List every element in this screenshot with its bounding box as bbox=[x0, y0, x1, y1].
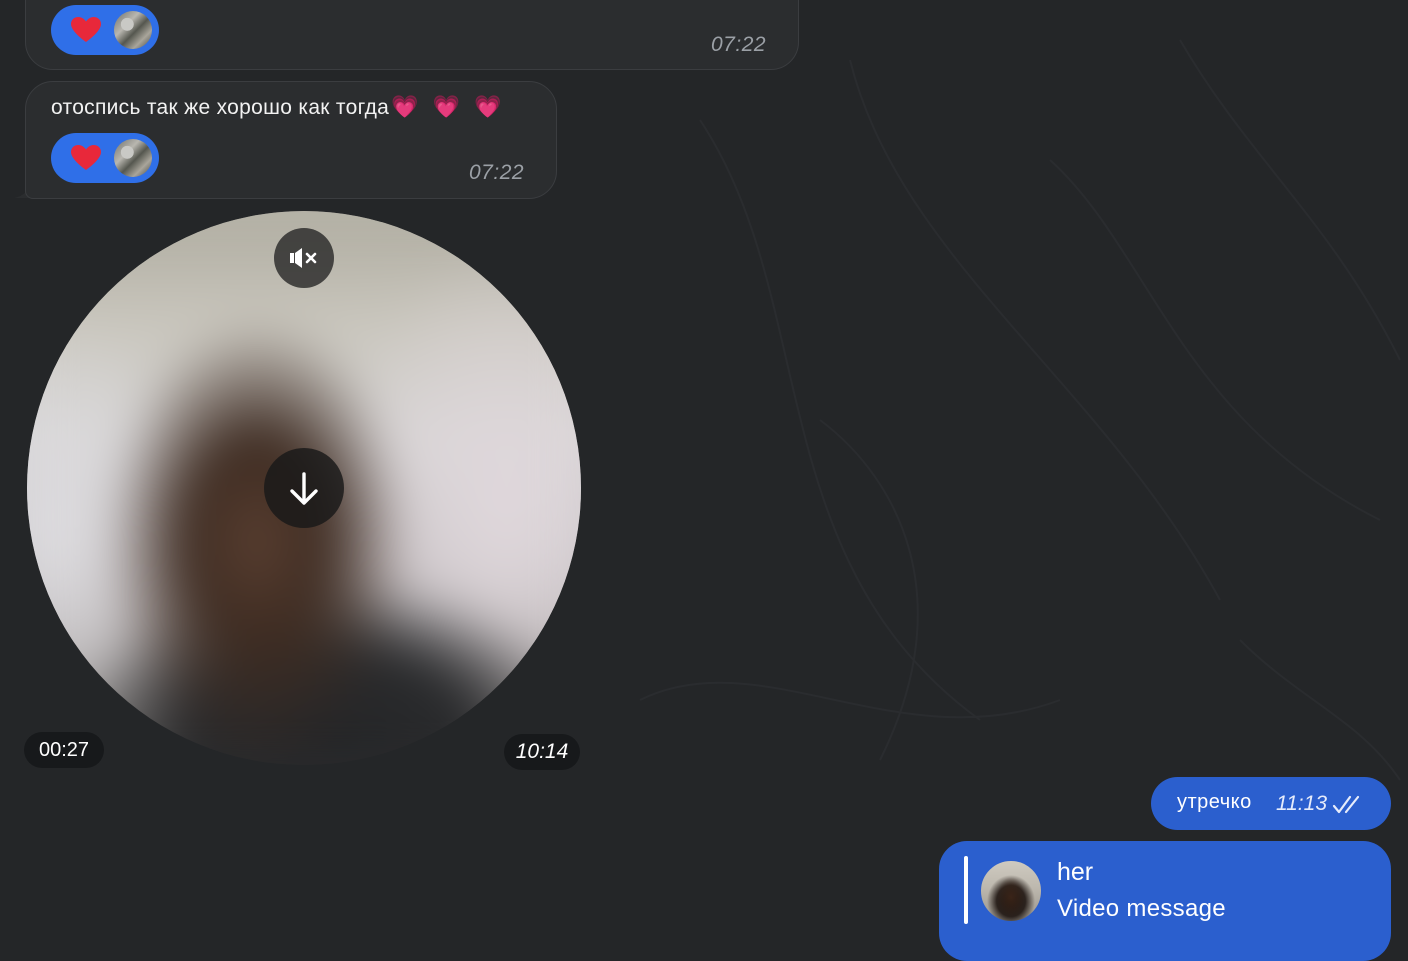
reply-quote-bar bbox=[964, 856, 968, 924]
message-time: 11:13 bbox=[1276, 792, 1327, 815]
reactor-avatar bbox=[114, 139, 152, 177]
video-duration: 00:27 bbox=[24, 732, 104, 768]
message-text-body: отоспись так же хорошо как тогда bbox=[51, 96, 390, 119]
reply-author-name: her bbox=[1057, 858, 1094, 886]
heart-emoji: 💗 💗 💗 bbox=[391, 94, 506, 119]
double-check-icon bbox=[1332, 795, 1360, 814]
message-time: 07:22 bbox=[469, 161, 525, 184]
heart-icon bbox=[71, 145, 101, 170]
reply-subtitle: Video message bbox=[1057, 895, 1226, 922]
mute-button[interactable] bbox=[274, 228, 334, 288]
video-time: 10:14 bbox=[504, 734, 580, 770]
heart-icon bbox=[71, 17, 101, 42]
reply-avatar bbox=[980, 860, 1042, 922]
message-text: отоспись так же хорошо как тогда💗 💗 💗 bbox=[51, 94, 506, 120]
reactor-avatar bbox=[114, 11, 152, 49]
message-text: утречко bbox=[1177, 791, 1252, 813]
download-arrow-icon bbox=[290, 472, 318, 505]
reaction-pill[interactable] bbox=[51, 133, 159, 183]
reaction-pill[interactable] bbox=[51, 5, 159, 55]
speaker-muted-icon bbox=[290, 248, 317, 268]
download-button[interactable] bbox=[264, 448, 344, 528]
message-time: 07:22 bbox=[711, 33, 767, 56]
